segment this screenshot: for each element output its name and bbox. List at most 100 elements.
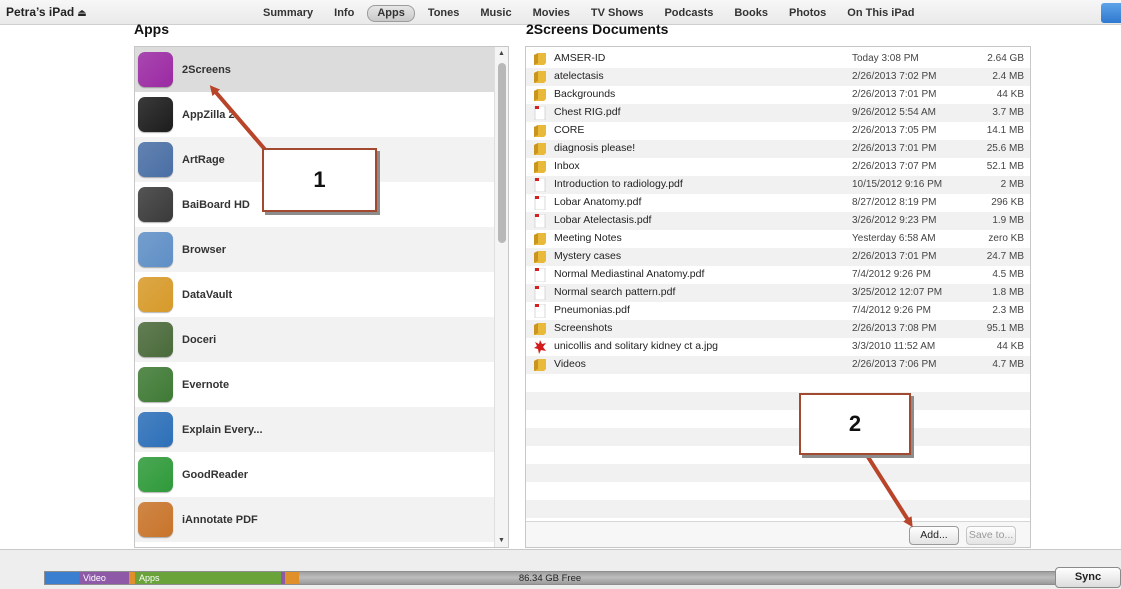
tab-summary[interactable]: Summary (263, 6, 313, 21)
free-space-label: 86.34 GB Free (518, 573, 582, 584)
document-size: 44 KB (996, 89, 1024, 100)
app-name: AppZilla 2 (182, 108, 235, 121)
document-size: 1.8 MB (992, 287, 1024, 298)
tab-tv-shows[interactable]: TV Shows (591, 6, 644, 21)
add-button[interactable]: Add... (909, 526, 959, 545)
tab-movies[interactable]: Movies (533, 6, 570, 21)
sync-button[interactable]: Sync (1055, 567, 1121, 588)
document-name: Inbox (554, 160, 580, 172)
folder-icon (534, 89, 546, 101)
folder-icon (534, 125, 546, 137)
document-size: 25.6 MB (986, 143, 1024, 154)
document-size: 2.4 MB (992, 71, 1024, 82)
app-row[interactable]: AppZilla 2 (135, 92, 495, 137)
itunes-store-button[interactable] (1101, 3, 1121, 23)
document-row[interactable]: unicollis and solitary kidney ct a.jpg 3/… (526, 338, 1030, 356)
document-date: 7/4/2012 9:26 PM (852, 269, 931, 280)
tab-podcasts[interactable]: Podcasts (664, 6, 713, 21)
pdf-file-icon (534, 286, 546, 300)
documents-footer: Add... Save to... (526, 521, 1030, 547)
apps-list[interactable]: 2Screens AppZilla 2 ArtRage BaiBoard HD Brow… (134, 46, 509, 548)
document-size: 296 KB (991, 197, 1024, 208)
document-name: Videos (554, 358, 586, 370)
folder-icon (534, 251, 546, 263)
document-row[interactable]: Inbox 2/26/2013 7:07 PM 52.1 MB (526, 158, 1030, 176)
tab-tones[interactable]: Tones (428, 6, 460, 21)
document-row[interactable]: Normal Mediastinal Anatomy.pdf 7/4/2012 9… (526, 266, 1030, 284)
app-row[interactable]: 2Screens (135, 47, 495, 92)
document-row[interactable]: diagnosis please! 2/26/2013 7:01 PM 25.6 M… (526, 140, 1030, 158)
tab-info[interactable]: Info (334, 6, 354, 21)
app-row[interactable]: Browser (135, 227, 495, 272)
document-row[interactable]: Backgrounds 2/26/2013 7:01 PM 44 KB (526, 86, 1030, 104)
document-row[interactable]: Videos 2/26/2013 7:06 PM 4.7 MB (526, 356, 1030, 374)
app-row[interactable]: GoodReader (135, 452, 495, 497)
document-date: 8/27/2012 8:19 PM (852, 197, 937, 208)
folder-icon (534, 143, 546, 155)
document-row[interactable]: atelectasis 2/26/2013 7:02 PM 2.4 MB (526, 68, 1030, 86)
goodreader-icon (138, 457, 173, 492)
app-name: 2Screens (182, 63, 231, 76)
document-date: 2/26/2013 7:01 PM (852, 251, 937, 262)
document-row[interactable]: Meeting Notes Yesterday 6:58 AM zero KB (526, 230, 1030, 248)
empty-row (526, 500, 1030, 518)
document-date: 2/26/2013 7:02 PM (852, 71, 937, 82)
app-name: ArtRage (182, 153, 225, 166)
document-name: AMSER-ID (554, 52, 606, 64)
folder-icon (534, 323, 546, 335)
document-date: 2/26/2013 7:05 PM (852, 125, 937, 136)
document-row[interactable]: Lobar Anatomy.pdf 8/27/2012 8:19 PM 296 KB (526, 194, 1030, 212)
document-name: unicollis and solitary kidney ct a.jpg (554, 340, 719, 352)
app-row[interactable]: iAnnotate PDF (135, 497, 495, 542)
document-row[interactable]: Mystery cases 2/26/2013 7:01 PM 24.7 MB (526, 248, 1030, 266)
tab-photos[interactable]: Photos (789, 6, 826, 21)
device-name-label: Petra’s iPad (6, 5, 75, 19)
empty-row (526, 374, 1030, 392)
document-row[interactable]: CORE 2/26/2013 7:05 PM 14.1 MB (526, 122, 1030, 140)
scroll-up-arrow-icon[interactable]: ▲ (498, 50, 505, 57)
app-row[interactable]: Evernote (135, 362, 495, 407)
pdf-file-icon (534, 196, 546, 210)
documents-title: 2Screens Documents (526, 21, 669, 37)
explain-everything-icon (138, 412, 173, 447)
device-name[interactable]: Petra’s iPad ⏏ (6, 5, 87, 19)
document-name: Lobar Anatomy.pdf (554, 196, 642, 208)
document-row[interactable]: Screenshots 2/26/2013 7:08 PM 95.1 MB (526, 320, 1030, 338)
app-row[interactable]: Doceri (135, 317, 495, 362)
document-row[interactable]: Introduction to radiology.pdf 10/15/2012 … (526, 176, 1030, 194)
document-row[interactable]: Lobar Atelectasis.pdf 3/26/2012 9:23 PM 1.… (526, 212, 1030, 230)
app-row[interactable]: Explain Every... (135, 407, 495, 452)
document-row[interactable]: Pneumonias.pdf 7/4/2012 9:26 PM 2.3 MB (526, 302, 1030, 320)
browser-icon (138, 232, 173, 267)
eject-icon[interactable]: ⏏ (77, 8, 86, 19)
document-date: 2/26/2013 7:06 PM (852, 359, 937, 370)
document-date: Yesterday 6:58 AM (852, 233, 936, 244)
document-row[interactable]: AMSER-ID Today 3:08 PM 2.64 GB (526, 50, 1030, 68)
document-row[interactable]: Normal search pattern.pdf 3/25/2012 12:07… (526, 284, 1030, 302)
app-name: Explain Every... (182, 423, 263, 436)
scroll-down-arrow-icon[interactable]: ▼ (498, 537, 505, 544)
save-to-button[interactable]: Save to... (966, 526, 1016, 545)
appzilla-icon (138, 97, 173, 132)
document-name: diagnosis please! (554, 142, 636, 154)
tab-on-this-ipad[interactable]: On This iPad (847, 6, 914, 21)
tab-books[interactable]: Books (734, 6, 768, 21)
tab-bar: Summary Info Apps Tones Music Movies TV Shows P… (263, 5, 936, 22)
folder-icon (534, 161, 546, 173)
pdf-file-icon (534, 106, 546, 120)
tab-music[interactable]: Music (480, 6, 511, 21)
capacity-bar: Video Apps 86.34 GB Free (44, 571, 1056, 585)
app-name: GoodReader (182, 468, 249, 481)
document-row[interactable]: Chest RIG.pdf 9/26/2012 5:54 AM 3.7 MB (526, 104, 1030, 122)
app-row[interactable]: DataVault (135, 272, 495, 317)
apps-scrollbar[interactable]: ▲ ▼ (494, 47, 508, 547)
app-name: DataVault (182, 288, 233, 301)
document-name: Chest RIG.pdf (554, 106, 621, 118)
tab-apps[interactable]: Apps (367, 5, 415, 22)
scroll-thumb[interactable] (498, 63, 506, 243)
pdf-file-icon (534, 214, 546, 228)
artrage-icon (138, 142, 173, 177)
iannotate-icon (138, 502, 173, 537)
empty-row (526, 410, 1030, 428)
documents-list[interactable]: AMSER-ID Today 3:08 PM 2.64 GB atelectasis 2… (525, 46, 1031, 548)
